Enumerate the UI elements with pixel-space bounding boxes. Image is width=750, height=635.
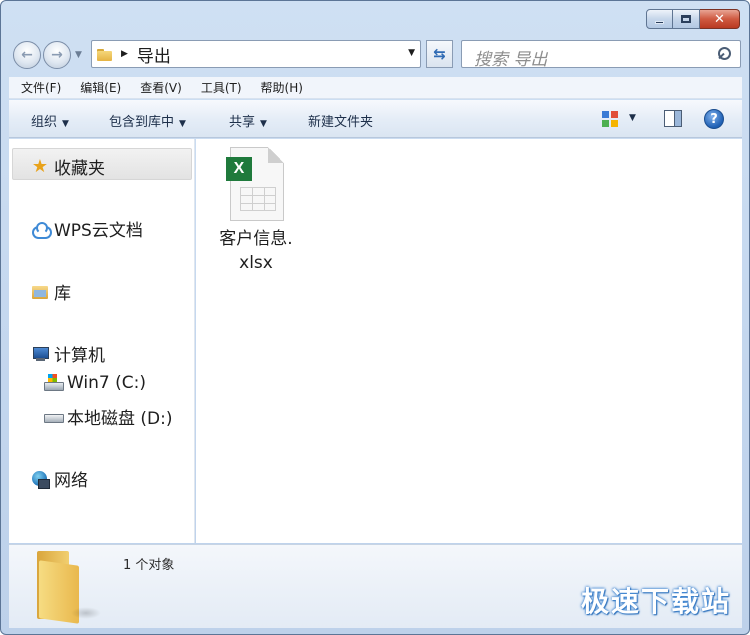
close-button[interactable]: ✕ (700, 9, 740, 29)
sidebar-item-label: Win7 (C:) (67, 373, 147, 393)
minimize-button[interactable] (646, 9, 673, 29)
site-watermark: 极速下载站 (580, 585, 731, 618)
menu-tools[interactable]: 工具(T) (201, 79, 242, 96)
back-arrow-icon: ← (21, 47, 33, 63)
system-drive-icon (44, 374, 64, 392)
chevron-down-icon: ▼ (179, 119, 186, 129)
address-dropdown-icon[interactable]: ▼ (408, 48, 415, 58)
sidebar-item-label: 收藏夹 (54, 159, 105, 179)
recent-pages-dropdown-icon[interactable]: ▼ (75, 50, 82, 60)
organize-label: 组织 (31, 115, 58, 130)
file-list: X 客户信息.xlsx (196, 139, 742, 543)
sidebar-item-library[interactable]: 库 (31, 279, 71, 304)
search-icon[interactable] (717, 47, 731, 62)
command-bar: 组织 ▼ 包含到库中 ▼ 共享 ▼ 新建文件夹 ▼ ? (9, 100, 742, 138)
folder-icon (31, 551, 103, 624)
refresh-button[interactable]: ⇆ (426, 40, 453, 68)
search-input[interactable]: 搜索 导出 (461, 40, 741, 70)
search-placeholder: 搜索 导出 (474, 50, 548, 70)
cloud-icon (31, 220, 52, 239)
menu-help[interactable]: 帮助(H) (261, 79, 303, 96)
hard-drive-icon (44, 408, 64, 426)
new-folder-button[interactable]: 新建文件夹 (308, 111, 373, 130)
sidebar-item-label: 计算机 (54, 346, 105, 366)
sidebar-item-label: 库 (54, 284, 71, 304)
sidebar-item-drive-c[interactable]: Win7 (C:) (44, 373, 146, 393)
sidebar-item-drive-d[interactable]: 本地磁盘 (D:) (44, 404, 173, 429)
forward-arrow-icon: → (51, 47, 63, 63)
maximize-icon (681, 15, 691, 23)
explorer-window: ✕ ← → ▼ ▶ 导出 ▼ ⇆ 搜索 导出 文件(F) 编辑(E) 查看(V)… (0, 0, 750, 635)
excel-xlsx-icon: X (226, 147, 284, 223)
sidebar-item-label: 网络 (54, 471, 88, 491)
address-bar[interactable]: ▶ 导出 ▼ (91, 40, 421, 68)
include-in-library-label: 包含到库中 (109, 115, 175, 130)
spreadsheet-grid-icon (240, 187, 276, 211)
sidebar-item-label: 本地磁盘 (D:) (67, 409, 173, 429)
page-fold (268, 147, 284, 163)
breadcrumb-chevron-icon[interactable]: ▶ (121, 49, 128, 59)
close-icon: ✕ (714, 11, 725, 27)
file-item[interactable]: X 客户信息.xlsx (216, 147, 296, 275)
include-in-library-button[interactable]: 包含到库中 ▼ (109, 111, 186, 130)
sidebar-item-label: WPS云文档 (54, 221, 143, 241)
breadcrumb-folder[interactable]: 导出 (137, 42, 171, 67)
share-label: 共享 (229, 115, 256, 130)
window-caption-buttons: ✕ (646, 9, 740, 29)
sidebar-item-wps-cloud[interactable]: WPS云文档 (31, 216, 143, 241)
back-button[interactable]: ← (13, 41, 41, 69)
menu-edit[interactable]: 编辑(E) (80, 79, 121, 96)
maximize-button[interactable] (673, 9, 700, 29)
file-name[interactable]: 客户信息.xlsx (216, 227, 296, 275)
share-button[interactable]: 共享 ▼ (229, 111, 267, 130)
network-icon (31, 470, 50, 489)
folder-icon (97, 47, 113, 61)
sidebar-item-network[interactable]: 网络 (31, 466, 88, 491)
menu-file[interactable]: 文件(F) (21, 79, 61, 96)
view-options-dropdown-icon[interactable]: ▼ (629, 113, 636, 123)
minimize-icon (655, 20, 664, 24)
change-view-icon[interactable] (602, 111, 618, 127)
star-icon: ★ (31, 155, 49, 177)
help-icon[interactable]: ? (704, 109, 724, 129)
chevron-down-icon: ▼ (62, 119, 69, 129)
organize-button[interactable]: 组织 ▼ (31, 111, 69, 130)
preview-pane-icon[interactable] (664, 110, 682, 127)
navigation-pane: ★ 收藏夹 WPS云文档 库 计算机 Win7 (C:) 本地磁盘 (D:) 网… (9, 139, 195, 543)
sidebar-item-computer[interactable]: 计算机 (31, 341, 105, 366)
menu-view[interactable]: 查看(V) (140, 79, 182, 96)
chevron-down-icon: ▼ (260, 119, 267, 129)
computer-icon (31, 345, 49, 363)
navigation-row: ← → ▼ ▶ 导出 ▼ ⇆ 搜索 导出 (11, 37, 741, 71)
menu-bar: 文件(F) 编辑(E) 查看(V) 工具(T) 帮助(H) (9, 77, 742, 99)
object-count: 1 个对象 (123, 558, 175, 573)
new-folder-label: 新建文件夹 (308, 115, 374, 130)
sidebar-item-favorites[interactable]: ★ 收藏夹 (31, 154, 105, 179)
refresh-icon: ⇆ (433, 45, 446, 63)
excel-badge: X (226, 157, 252, 181)
library-icon (31, 283, 49, 301)
forward-button[interactable]: → (43, 41, 71, 69)
